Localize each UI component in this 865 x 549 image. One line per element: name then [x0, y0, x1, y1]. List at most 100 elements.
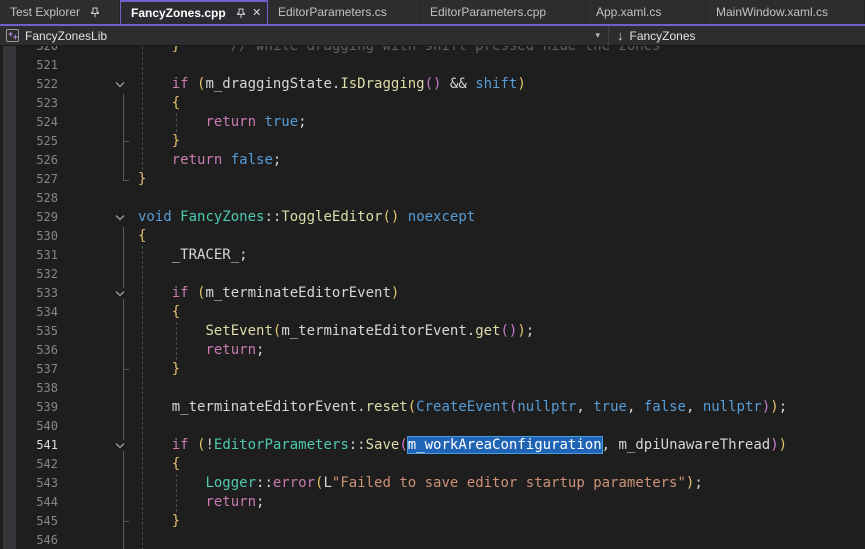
fold-column: [58, 531, 138, 549]
code-line[interactable]: 524 return true;: [0, 113, 865, 132]
line-number: 534: [0, 303, 58, 322]
tab-bar: Test Explorer FancyZones.cpp ✕ EditorParame…: [0, 0, 865, 24]
line-number: 535: [0, 322, 58, 341]
fold-column: [58, 56, 138, 75]
code-text: SetEvent(m_terminateEditorEvent.get());: [138, 322, 865, 341]
fold-chevron-icon[interactable]: [112, 440, 128, 451]
close-icon[interactable]: ✕: [250, 6, 264, 20]
code-text: return false;: [138, 151, 865, 170]
code-line[interactable]: 544 return;: [0, 493, 865, 512]
tab-label: FancyZones.cpp: [131, 6, 226, 20]
tab-label: MainWindow.xaml.cs: [716, 5, 828, 19]
fold-chevron-icon[interactable]: [112, 79, 128, 90]
tab-mainwindow-xaml-cs[interactable]: MainWindow.xaml.cs: [706, 0, 865, 24]
line-number: 538: [0, 379, 58, 398]
code-line[interactable]: 543 Logger::error(L"Failed to save edito…: [0, 474, 865, 493]
code-line[interactable]: 545 }: [0, 512, 865, 531]
code-line[interactable]: 534 {: [0, 303, 865, 322]
code-text: void FancyZones::ToggleEditor() noexcept: [138, 208, 865, 227]
fold-column: [58, 417, 138, 436]
fold-column: [58, 284, 138, 303]
fold-chevron-icon[interactable]: [112, 288, 128, 299]
fold-column: [58, 46, 138, 56]
line-number: 528: [0, 189, 58, 208]
chevron-down-icon[interactable]: ▾: [595, 30, 600, 41]
code-line[interactable]: 530{: [0, 227, 865, 246]
code-text: }: [138, 360, 865, 379]
fold-column: [58, 170, 138, 189]
scope-combo[interactable]: ↓ FancyZones: [609, 26, 696, 46]
code-line[interactable]: 531 _TRACER_;: [0, 246, 865, 265]
fold-column: [58, 208, 138, 227]
code-line[interactable]: 535 SetEvent(m_terminateEditorEvent.get(…: [0, 322, 865, 341]
code-text: return;: [138, 341, 865, 360]
line-number: 544: [0, 493, 58, 512]
code-line[interactable]: 520 } // while dragging with shift press…: [0, 46, 865, 56]
tab-editorparameters-cs[interactable]: EditorParameters.cs: [268, 0, 420, 24]
project-combo[interactable]: ++ FancyZonesLib ▾: [0, 26, 608, 46]
fold-column: [58, 303, 138, 322]
tab-label: EditorParameters.cpp: [430, 5, 546, 19]
fold-column: [58, 227, 138, 246]
code-text: }: [138, 512, 865, 531]
fold-column: [58, 360, 138, 379]
line-number: 527: [0, 170, 58, 189]
tab-editorparameters-cpp[interactable]: EditorParameters.cpp: [420, 0, 586, 24]
code-line[interactable]: 521: [0, 56, 865, 75]
line-number: 539: [0, 398, 58, 417]
code-line[interactable]: 532: [0, 265, 865, 284]
tab-label: EditorParameters.cs: [278, 5, 387, 19]
vs-editor-window: Test Explorer FancyZones.cpp ✕ EditorParame…: [0, 0, 865, 549]
fold-column: [58, 436, 138, 455]
tab-fancyzones-cpp[interactable]: FancyZones.cpp ✕: [120, 0, 268, 24]
tab-test-explorer[interactable]: Test Explorer: [0, 0, 120, 24]
code-line[interactable]: 539 m_terminateEditorEvent.reset(CreateE…: [0, 398, 865, 417]
line-number: 533: [0, 284, 58, 303]
code-text: {: [138, 455, 865, 474]
project-combo-label: FancyZonesLib: [25, 29, 107, 43]
pin-icon[interactable]: [234, 6, 248, 20]
code-line[interactable]: 536 return;: [0, 341, 865, 360]
pin-icon[interactable]: [88, 5, 102, 19]
code-text: [138, 189, 865, 208]
fold-column: [58, 151, 138, 170]
fold-column: [58, 246, 138, 265]
fold-column: [58, 132, 138, 151]
code-editor[interactable]: 520 } // while dragging with shift press…: [0, 46, 865, 549]
code-line[interactable]: 525 }: [0, 132, 865, 151]
line-number: 541: [0, 436, 58, 455]
code-line[interactable]: 546: [0, 531, 865, 549]
fold-chevron-icon[interactable]: [112, 212, 128, 223]
line-number: 542: [0, 455, 58, 474]
code-text: return;: [138, 493, 865, 512]
line-number: 545: [0, 512, 58, 531]
fold-column: [58, 474, 138, 493]
line-number: 526: [0, 151, 58, 170]
code-line[interactable]: 526 return false;: [0, 151, 865, 170]
code-text: if (m_terminateEditorEvent): [138, 284, 865, 303]
navigation-bar: ++ FancyZonesLib ▾ ↓ FancyZones: [0, 26, 865, 46]
code-line[interactable]: 540: [0, 417, 865, 436]
fold-column: [58, 75, 138, 94]
line-number: 546: [0, 531, 58, 549]
code-line[interactable]: 523 {: [0, 94, 865, 113]
code-line[interactable]: 522 if (m_draggingState.IsDragging() && …: [0, 75, 865, 94]
code-line[interactable]: 527}: [0, 170, 865, 189]
code-line[interactable]: 541 if (!EditorParameters::Save(m_workAr…: [0, 436, 865, 455]
tab-app-xaml-cs[interactable]: App.xaml.cs: [586, 0, 706, 24]
fold-column: [58, 493, 138, 512]
line-number: 524: [0, 113, 58, 132]
code-line[interactable]: 533 if (m_terminateEditorEvent): [0, 284, 865, 303]
line-number: 532: [0, 265, 58, 284]
fold-column: [58, 512, 138, 531]
code-line[interactable]: 538: [0, 379, 865, 398]
code-lines: 520 } // while dragging with shift press…: [0, 46, 865, 549]
selection-highlight[interactable]: m_workAreaConfiguration: [408, 437, 602, 453]
code-line[interactable]: 528: [0, 189, 865, 208]
code-line[interactable]: 537 }: [0, 360, 865, 379]
line-number: 523: [0, 94, 58, 113]
code-line[interactable]: 529void FancyZones::ToggleEditor() noexc…: [0, 208, 865, 227]
line-number: 537: [0, 360, 58, 379]
fold-column: [58, 189, 138, 208]
code-line[interactable]: 542 {: [0, 455, 865, 474]
